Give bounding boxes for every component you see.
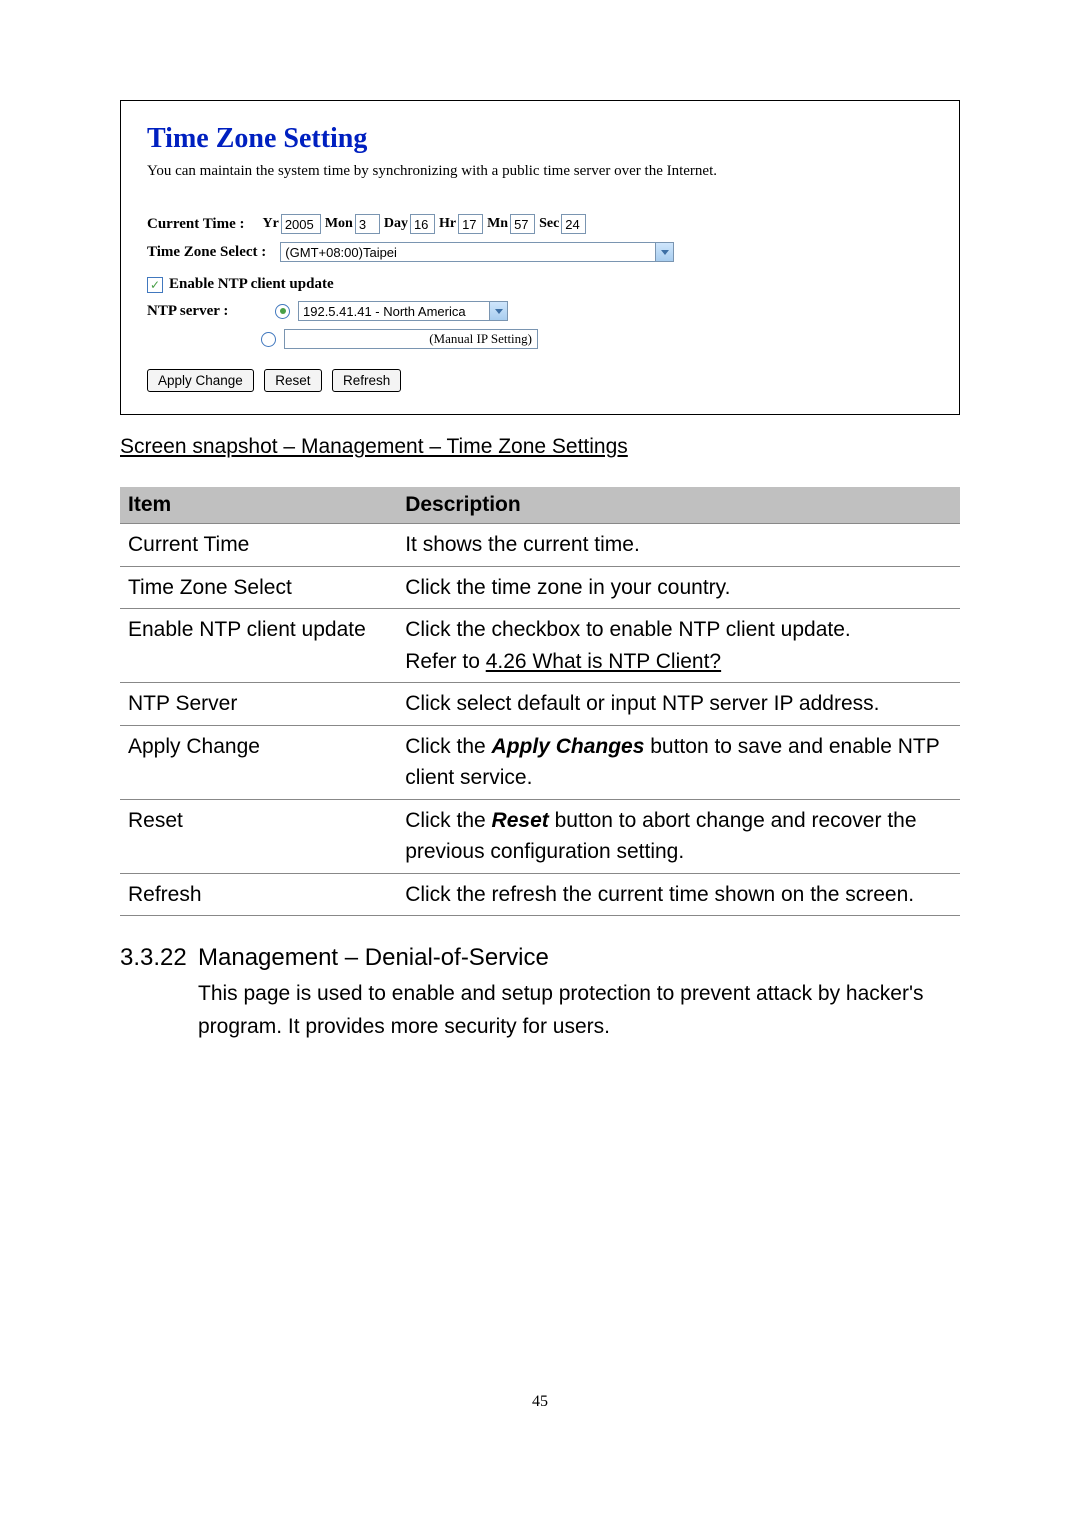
row-desc: It shows the current time. xyxy=(397,524,960,567)
section-number: 3.3.22 xyxy=(120,944,198,972)
table-row: Apply Change Click the Apply Changes but… xyxy=(120,725,960,799)
hr-label: Hr xyxy=(439,216,456,232)
manual-ip-input[interactable] xyxy=(284,329,538,349)
panel-title: Time Zone Setting xyxy=(147,123,933,155)
row-desc: Click the checkbox to enable NTP client … xyxy=(397,609,960,683)
day-label: Day xyxy=(384,216,408,232)
radio-dot-icon xyxy=(280,308,286,314)
row-desc: Click select default or input NTP server… xyxy=(397,683,960,726)
button-row: Apply Change Reset Refresh xyxy=(147,369,933,392)
timezone-value: (GMT+08:00)Taipei xyxy=(285,245,397,260)
ntp-server-value: 192.5.41.41 - North America xyxy=(303,304,466,319)
section-title: Management – Denial-of-Service xyxy=(198,944,549,972)
apply-change-button[interactable]: Apply Change xyxy=(147,369,254,392)
check-icon: ✓ xyxy=(150,279,160,291)
screenshot-caption: Screen snapshot – Management – Time Zone… xyxy=(120,435,960,459)
time-zone-setting-panel: Time Zone Setting You can maintain the s… xyxy=(120,100,960,415)
sec-label: Sec xyxy=(539,216,559,232)
day-input[interactable] xyxy=(410,214,435,234)
enable-ntp-row: ✓ Enable NTP client update xyxy=(147,276,933,293)
ntp-radio-manual[interactable] xyxy=(261,332,276,347)
timezone-label: Time Zone Select : xyxy=(147,244,266,261)
section-heading: 3.3.22 Management – Denial-of-Service xyxy=(120,944,960,972)
mn-input[interactable] xyxy=(510,214,535,234)
table-row: Current Time It shows the current time. xyxy=(120,524,960,567)
header-description: Description xyxy=(397,487,960,524)
yr-label: Yr xyxy=(263,216,279,232)
ntp-client-link: 4.26 What is NTP Client? xyxy=(486,650,721,673)
current-time-row: Current Time : Yr Mon Day Hr Mn Sec xyxy=(147,214,933,234)
section-body: This page is used to enable and setup pr… xyxy=(198,978,960,1043)
enable-ntp-label: Enable NTP client update xyxy=(169,276,334,293)
page-number: 45 xyxy=(120,1393,960,1411)
row-desc: Click the refresh the current time shown… xyxy=(397,873,960,916)
ntp-server-row: NTP server : 192.5.41.41 - North America xyxy=(147,301,933,321)
ntp-manual-row xyxy=(147,329,933,349)
ntp-radio-preset[interactable] xyxy=(275,304,290,319)
row-item: Refresh xyxy=(120,873,397,916)
description-table: Item Description Current Time It shows t… xyxy=(120,487,960,916)
table-row: NTP Server Click select default or input… xyxy=(120,683,960,726)
ntp-server-select[interactable]: 192.5.41.41 - North America xyxy=(298,301,508,321)
row-item: NTP Server xyxy=(120,683,397,726)
chevron-down-icon xyxy=(489,302,507,320)
table-row: Time Zone Select Click the time zone in … xyxy=(120,566,960,609)
row-desc: Click the time zone in your country. xyxy=(397,566,960,609)
mn-label: Mn xyxy=(487,216,508,232)
row-desc: Click the Apply Changes button to save a… xyxy=(397,725,960,799)
row-desc: Click the Reset button to abort change a… xyxy=(397,799,960,873)
header-item: Item xyxy=(120,487,397,524)
yr-input[interactable] xyxy=(281,214,321,234)
chevron-down-icon xyxy=(655,243,673,261)
row-item: Time Zone Select xyxy=(120,566,397,609)
table-row: Refresh Click the refresh the current ti… xyxy=(120,873,960,916)
sec-input[interactable] xyxy=(561,214,586,234)
row-item: Reset xyxy=(120,799,397,873)
mon-label: Mon xyxy=(325,216,353,232)
mon-input[interactable] xyxy=(355,214,380,234)
timezone-row: Time Zone Select : (GMT+08:00)Taipei xyxy=(147,242,933,262)
panel-subtitle: You can maintain the system time by sync… xyxy=(147,163,933,180)
hr-input[interactable] xyxy=(458,214,483,234)
refresh-button[interactable]: Refresh xyxy=(332,369,401,392)
enable-ntp-checkbox[interactable]: ✓ xyxy=(147,277,163,293)
reset-button[interactable]: Reset xyxy=(264,369,321,392)
table-row: Reset Click the Reset button to abort ch… xyxy=(120,799,960,873)
table-header-row: Item Description xyxy=(120,487,960,524)
timezone-select[interactable]: (GMT+08:00)Taipei xyxy=(280,242,674,262)
table-row: Enable NTP client update Click the check… xyxy=(120,609,960,683)
ntp-server-label: NTP server : xyxy=(147,303,261,320)
current-time-label: Current Time : xyxy=(147,216,245,233)
row-item: Current Time xyxy=(120,524,397,567)
row-item: Apply Change xyxy=(120,725,397,799)
row-item: Enable NTP client update xyxy=(120,609,397,683)
